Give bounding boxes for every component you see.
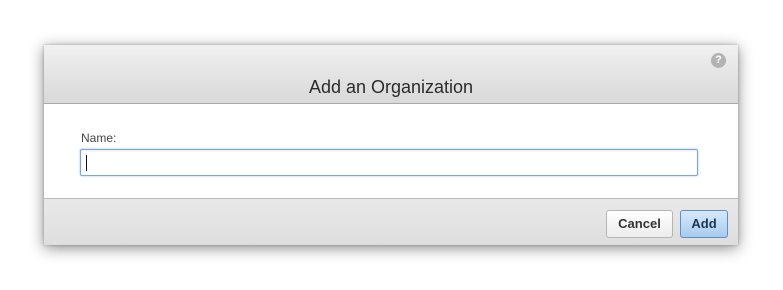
dialog-body: Name:: [44, 104, 738, 198]
cancel-button[interactable]: Cancel: [606, 210, 673, 238]
dialog-footer: Cancel Add: [44, 198, 738, 245]
organization-name-input[interactable]: [80, 149, 698, 176]
text-caret: [86, 155, 87, 171]
dialog-header: ? Add an Organization: [44, 45, 738, 104]
dialog-title: Add an Organization: [308, 77, 474, 97]
name-label: Name:: [81, 131, 117, 145]
add-organization-dialog: ? Add an Organization Name: Cancel Add: [44, 45, 738, 245]
add-button[interactable]: Add: [680, 210, 728, 238]
help-icon[interactable]: ?: [711, 53, 726, 68]
